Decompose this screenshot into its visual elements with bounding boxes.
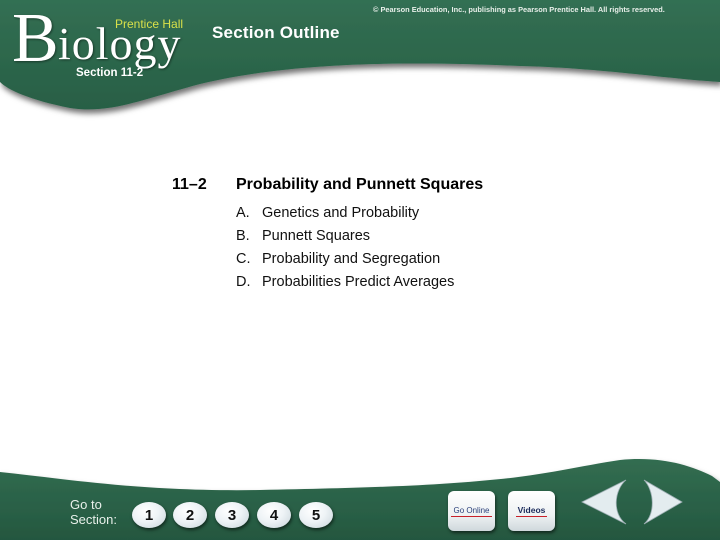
item-letter: C.: [236, 251, 251, 267]
videos-button[interactable]: Videos: [508, 491, 555, 531]
section-3-button[interactable]: 3: [215, 502, 249, 528]
outline-item: C. Probability and Segregation: [236, 248, 454, 271]
outline-item: A. Genetics and Probability: [236, 202, 454, 225]
section-5-button[interactable]: 5: [299, 502, 333, 528]
section-label: Section 11-2: [76, 67, 144, 79]
right-arrow-icon: [643, 479, 683, 525]
item-letter: B.: [236, 228, 250, 244]
go-to-line-2: Section:: [70, 512, 117, 527]
outline-item: D. Probabilities Predict Averages: [236, 271, 454, 294]
item-text: Punnett Squares: [262, 228, 371, 244]
go-to-section-label: Go to Section:: [70, 497, 117, 527]
previous-slide-button[interactable]: [580, 478, 630, 526]
outline-list: A. Genetics and Probability B. Punnett S…: [236, 202, 454, 294]
videos-label: Videos: [515, 505, 548, 517]
left-arrow-icon: [581, 479, 627, 525]
outline-item: B. Punnett Squares: [236, 225, 454, 248]
item-text: Genetics and Probability: [262, 205, 420, 221]
section-2-button[interactable]: 2: [173, 502, 207, 528]
section-1-button[interactable]: 1: [132, 502, 166, 528]
publisher-name: Prentice Hall: [115, 17, 184, 31]
outline-heading: Probability and Punnett Squares: [236, 176, 484, 193]
go-online-button[interactable]: Go Online: [448, 491, 495, 531]
item-text: Probability and Segregation: [262, 251, 441, 267]
item-letter: A.: [236, 205, 250, 221]
item-text: Probabilities Predict Averages: [262, 274, 455, 290]
section-4-button[interactable]: 4: [257, 502, 291, 528]
logo-initial: B: [12, 0, 59, 77]
next-slide-button[interactable]: [642, 478, 684, 526]
outline-number: 11–2: [172, 176, 207, 193]
page-title: Section Outline: [212, 23, 340, 42]
go-online-label: Go Online: [451, 505, 492, 517]
copyright-notice: © Pearson Education, Inc., publishing as…: [373, 5, 665, 14]
go-to-line-1: Go to: [70, 497, 102, 512]
item-letter: D.: [236, 274, 251, 290]
